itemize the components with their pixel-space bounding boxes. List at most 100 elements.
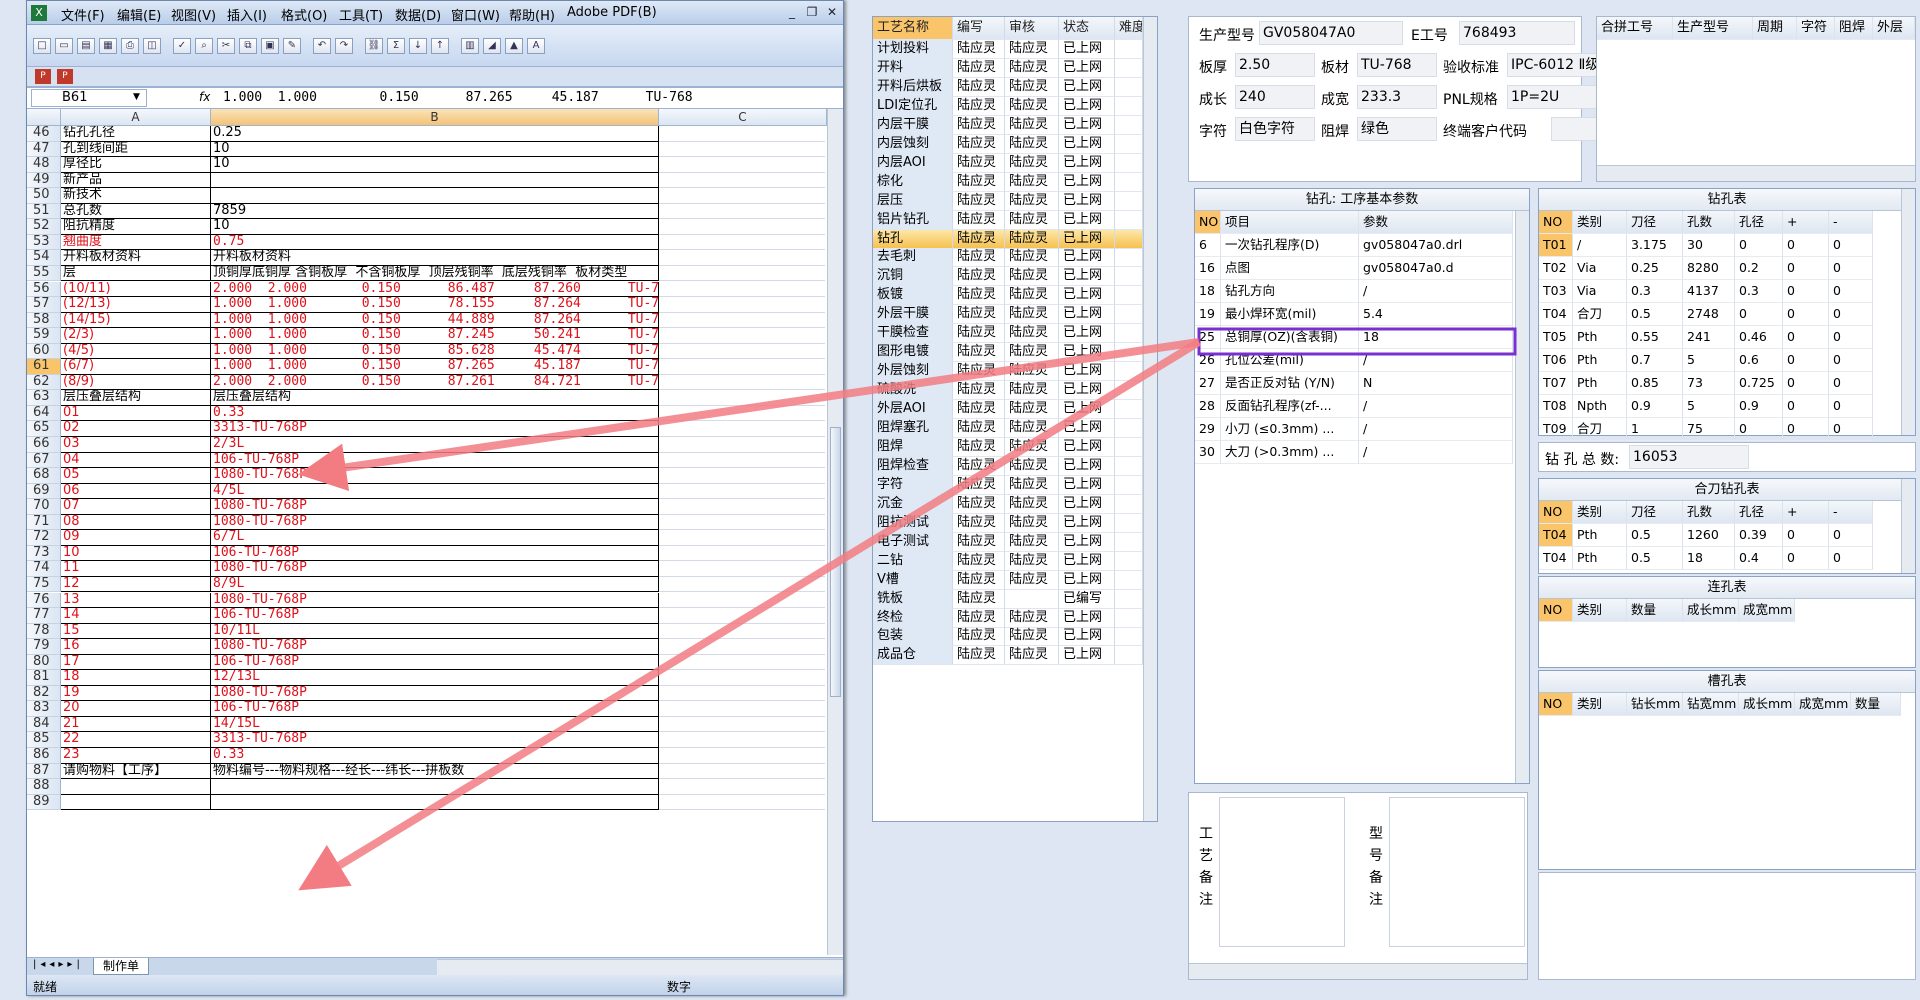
cell-c[interactable] xyxy=(659,515,825,531)
row-header[interactable]: 49 xyxy=(27,172,61,189)
cell-b[interactable]: 0.33 xyxy=(211,405,659,422)
cell-c[interactable] xyxy=(659,235,825,251)
horizontal-scrollbar[interactable] xyxy=(437,959,843,975)
cell-b[interactable]: 1080-TU-768P xyxy=(211,514,659,531)
drill_table-col-header[interactable]: 孔数 xyxy=(1683,211,1735,234)
row-header[interactable]: 73 xyxy=(27,545,61,562)
process-row[interactable]: 层压 陆应灵 陆应灵 已上网 xyxy=(873,191,1143,211)
cell-c[interactable] xyxy=(659,204,825,220)
sheet-tab-zhizuodan[interactable]: 制作单 xyxy=(93,958,149,975)
cell-c[interactable] xyxy=(659,313,825,329)
row-header[interactable]: 56 xyxy=(27,281,61,298)
cell-b[interactable]: 10 xyxy=(211,219,659,235)
save-icon[interactable]: ▤ xyxy=(77,38,95,54)
row-header[interactable]: 51 xyxy=(27,203,61,220)
cell-b[interactable]: 12/13L xyxy=(211,670,659,686)
menu-window[interactable]: 窗口(W) xyxy=(451,5,500,24)
width-field[interactable]: 233.3 xyxy=(1357,85,1437,109)
cell-b[interactable]: 7859 xyxy=(211,203,659,220)
drill_table-col-header[interactable]: NO xyxy=(1539,211,1573,234)
cell-a[interactable]: 08 xyxy=(61,514,211,531)
cell-c[interactable] xyxy=(659,779,825,795)
cell-a[interactable]: (4/5) xyxy=(61,343,211,360)
spelling-icon[interactable]: ✓ xyxy=(173,38,191,54)
cell-c[interactable] xyxy=(659,795,825,811)
cell-c[interactable] xyxy=(659,359,825,375)
merge_table-col-header[interactable]: 孔数 xyxy=(1683,501,1735,524)
slot_table-col-header[interactable]: 成宽mm xyxy=(1795,693,1851,716)
drawing-icon[interactable]: ◢ xyxy=(483,38,501,54)
cell-a[interactable]: 02 xyxy=(61,421,211,437)
cell-b[interactable]: 106-TU-768P xyxy=(211,608,659,624)
process-row[interactable]: 开料 陆应灵 陆应灵 已上网 xyxy=(873,58,1143,78)
cell-b[interactable]: 1080-TU-768P xyxy=(211,592,659,609)
tab-nav-arrows[interactable]: |◂◂▸▸| xyxy=(33,959,84,970)
excel-icon[interactable]: X xyxy=(31,5,47,21)
cell-b[interactable]: 1080-TU-768P xyxy=(211,499,659,515)
cell-b[interactable] xyxy=(211,172,659,189)
cell-c[interactable] xyxy=(659,484,825,500)
cell-b[interactable]: 2.000 2.000 0.150 87.261 84.721 TU-768 xyxy=(211,374,659,391)
cell-a[interactable]: 17 xyxy=(61,654,211,671)
cell-a[interactable]: 请购物料【工序】 xyxy=(61,763,211,780)
cell-c[interactable] xyxy=(659,390,825,406)
cell-a[interactable]: 阻抗精度 xyxy=(61,219,211,235)
cell-a[interactable]: 22 xyxy=(61,732,211,748)
process-col-header[interactable]: 审核 xyxy=(1005,17,1059,40)
cell-a[interactable]: 07 xyxy=(61,499,211,515)
cell-a[interactable]: 新产品 xyxy=(61,172,211,189)
cell-c[interactable] xyxy=(659,297,825,313)
drill-param-row[interactable]: 30 大刀 (>0.3mm) ... / xyxy=(1195,441,1513,464)
process-row[interactable]: 外层AOI 陆应灵 陆应灵 已上网 xyxy=(873,400,1143,420)
cell-c[interactable] xyxy=(659,764,825,780)
cell-c[interactable] xyxy=(659,468,825,484)
menu-help[interactable]: 帮助(H) xyxy=(509,5,555,24)
cell-c[interactable] xyxy=(659,701,825,717)
process-row[interactable]: 终检 陆应灵 陆应灵 已上网 xyxy=(873,608,1143,628)
cell-b[interactable]: 1080-TU-768P xyxy=(211,561,659,577)
process-row[interactable]: 沉金 陆应灵 陆应灵 已上网 xyxy=(873,494,1143,514)
cell-c[interactable] xyxy=(659,561,825,577)
menu-insert[interactable]: 插入(I) xyxy=(227,5,267,24)
drill-table-scrollbar[interactable] xyxy=(1901,189,1915,435)
cell-a[interactable]: (8/9) xyxy=(61,374,211,391)
row-header[interactable]: 61 xyxy=(27,359,61,375)
model-remark-field[interactable] xyxy=(1389,797,1525,947)
formula-input[interactable]: 1.000 1.000 0.150 87.265 45.187 TU-768 xyxy=(223,89,833,107)
link_table-col-header[interactable]: 类别 xyxy=(1573,599,1627,622)
row-header[interactable]: 81 xyxy=(27,670,61,686)
chart-icon[interactable]: ▥ xyxy=(461,38,479,54)
cell-c[interactable] xyxy=(659,126,825,142)
cell-b[interactable]: 1.000 1.000 0.150 44.889 87.264 TU-768 xyxy=(211,312,659,329)
menu-data[interactable]: 数据(D) xyxy=(395,5,441,24)
drill-param-row[interactable]: 25 总铜厚(OZ)(含表铜) 18 xyxy=(1195,326,1513,349)
cell-a[interactable]: 翘曲度 xyxy=(61,234,211,251)
slot_table-col-header[interactable]: 数量 xyxy=(1851,693,1901,716)
row-header[interactable]: 67 xyxy=(27,452,61,469)
process-row[interactable]: 外层蚀刻 陆应灵 陆应灵 已上网 xyxy=(873,362,1143,382)
combined-col-header[interactable]: 合拼工号 xyxy=(1597,17,1673,40)
row-header[interactable]: 57 xyxy=(27,296,61,313)
thickness-field[interactable]: 2.50 xyxy=(1235,53,1315,77)
model-field[interactable]: GV058047A0 xyxy=(1259,21,1403,45)
pdf-icon[interactable]: P xyxy=(35,69,51,84)
process-row[interactable]: 包装 陆应灵 陆应灵 已上网 xyxy=(873,627,1143,647)
drill_table-col-header[interactable]: + xyxy=(1783,211,1829,234)
cell-c[interactable] xyxy=(659,219,825,235)
combined-hscroll[interactable] xyxy=(1597,165,1915,181)
process-row[interactable]: 铝片钻孔 陆应灵 陆应灵 已上网 xyxy=(873,210,1143,230)
cell-b[interactable]: 106-TU-768P xyxy=(211,452,659,469)
cell-c[interactable] xyxy=(659,639,825,655)
row-header[interactable]: 48 xyxy=(27,157,61,173)
process-col-header[interactable]: 工艺名称 xyxy=(873,17,953,40)
cell-a[interactable]: 层压叠层结构 xyxy=(61,390,211,406)
process-row[interactable]: 板镀 陆应灵 陆应灵 已上网 xyxy=(873,286,1143,306)
process-row[interactable]: 沉铜 陆应灵 陆应灵 已上网 xyxy=(873,267,1143,287)
drill-param-row[interactable]: 29 小刀 (≤0.3mm) ... / xyxy=(1195,418,1513,441)
cell-a[interactable]: 层 xyxy=(61,265,211,282)
process-row[interactable]: 图形电镀 陆应灵 陆应灵 已上网 xyxy=(873,343,1143,363)
row-header[interactable]: 60 xyxy=(27,343,61,360)
row-header[interactable]: 62 xyxy=(27,374,61,391)
menu-edit[interactable]: 编辑(E) xyxy=(117,5,161,24)
menu-view[interactable]: 视图(V) xyxy=(171,5,216,24)
